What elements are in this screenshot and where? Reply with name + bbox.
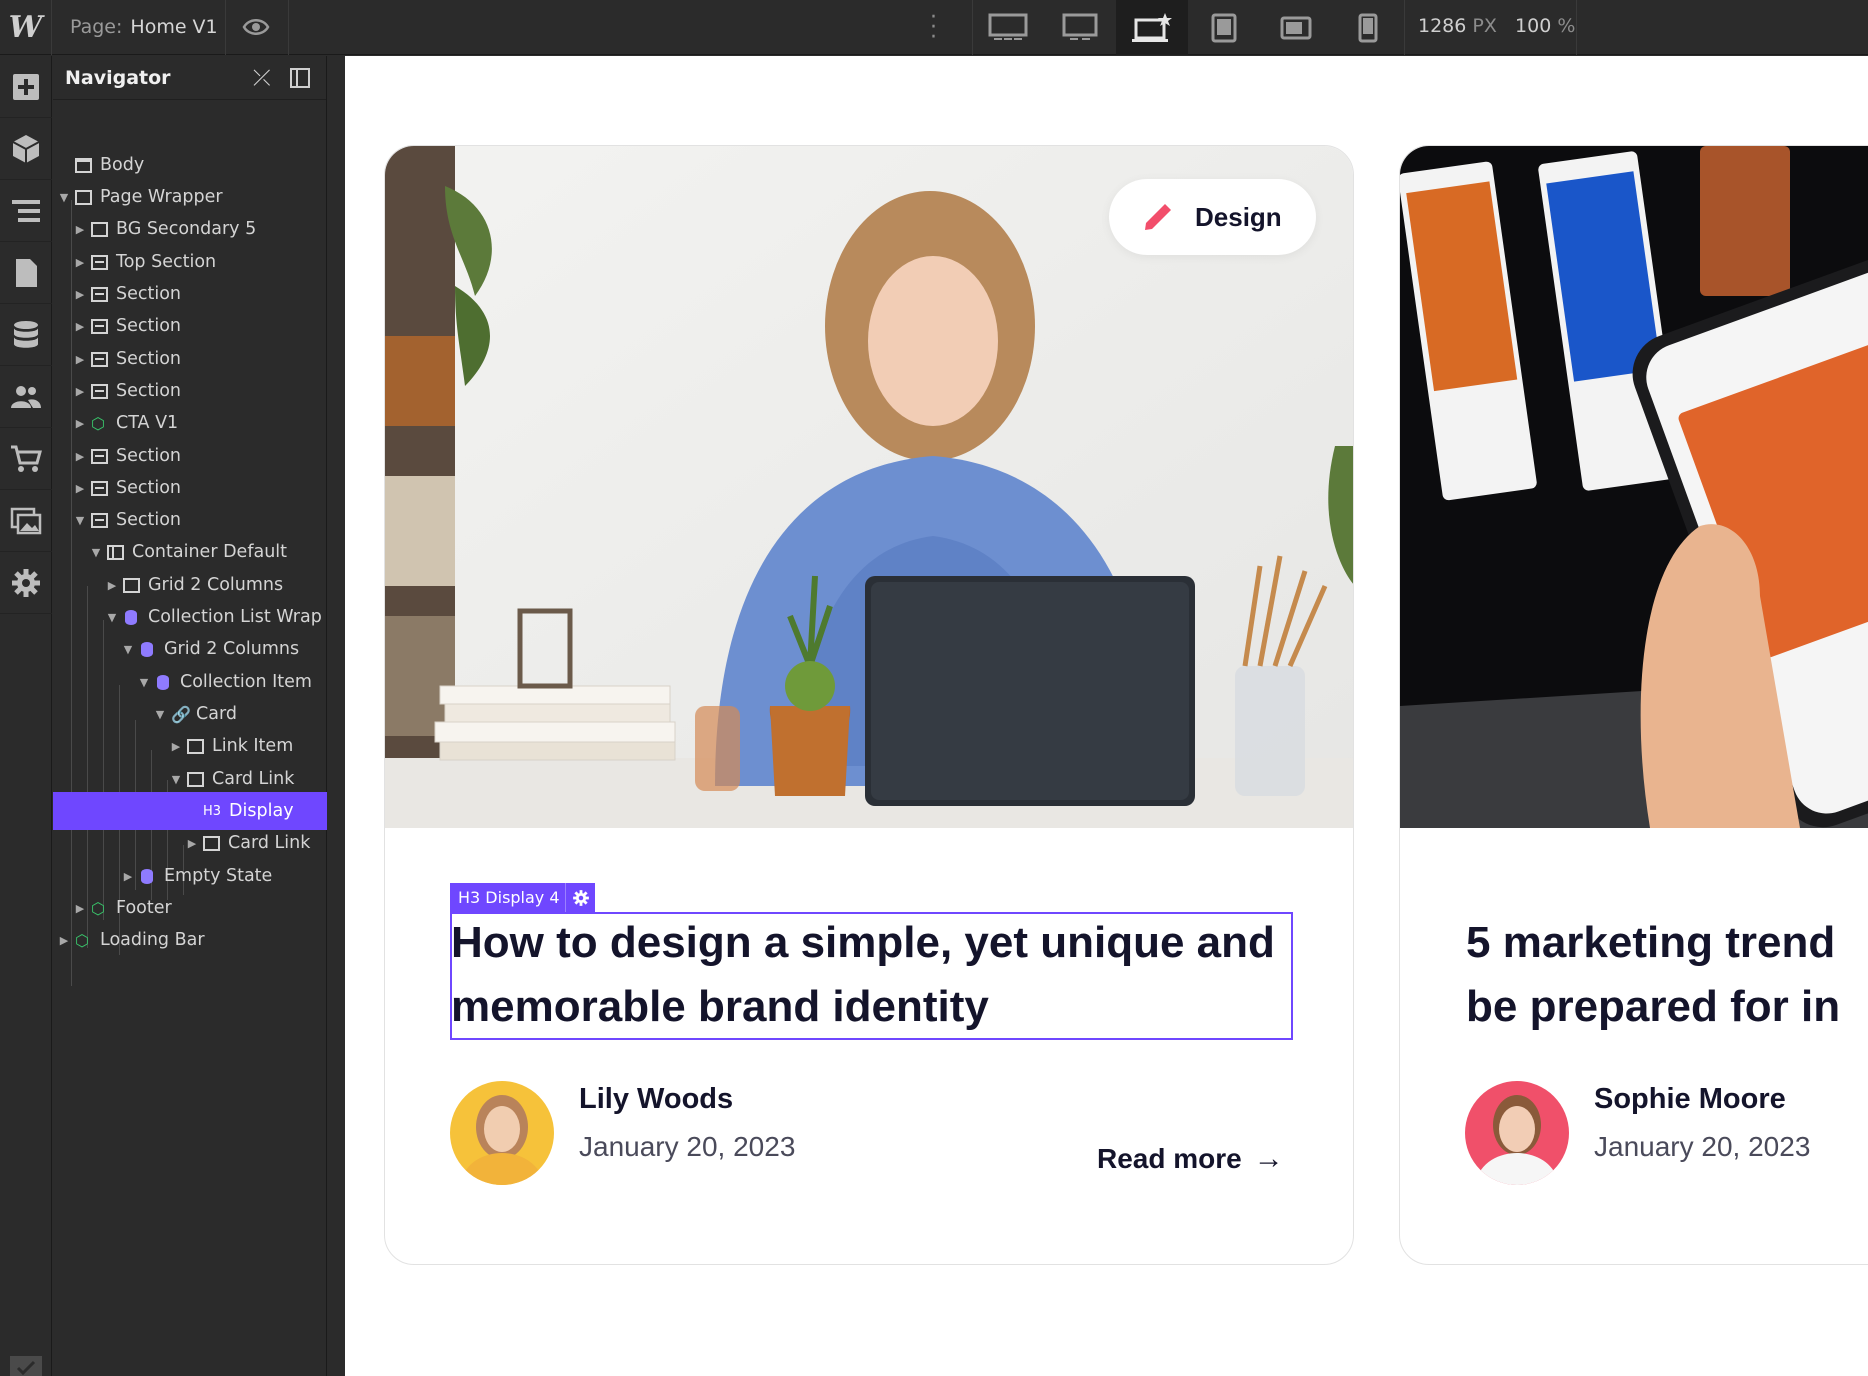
canvas-width-value: 1286 (1418, 15, 1467, 37)
assets-icon[interactable] (0, 490, 52, 552)
more-options-icon[interactable]: · · · (930, 7, 937, 49)
collection-icon (139, 641, 156, 657)
navigator-header: Navigator ⤫ (53, 56, 326, 100)
breakpoint-desktop-xl-icon[interactable] (972, 0, 1044, 55)
add-elements-icon[interactable] (0, 56, 52, 118)
post-date: January 20, 2023 (1594, 1131, 1811, 1162)
navigator-title: Navigator (65, 66, 171, 89)
symbols-cube-icon[interactable] (0, 118, 52, 180)
component-cube-icon: ⬡ (91, 413, 105, 433)
author-avatar (1465, 1081, 1569, 1185)
collapse-all-icon[interactable]: ⤫ (253, 66, 271, 91)
read-more-link[interactable]: Read more → (1097, 1142, 1284, 1176)
audit-check-icon[interactable] (0, 1326, 52, 1376)
breakpoint-desktop-large-icon[interactable] (1044, 0, 1116, 55)
navigator-icon[interactable] (0, 180, 52, 242)
element-settings-gear-icon[interactable] (565, 883, 595, 912)
blog-card[interactable]: Design How to design a simple, yet uniqu… (384, 145, 1354, 1265)
page-selector[interactable]: Home V1 (130, 16, 217, 38)
collection-icon (155, 674, 172, 690)
preview-eye-icon[interactable] (242, 15, 270, 39)
canvas-size-readout[interactable]: 1286 PX 100 % (1418, 15, 1575, 37)
breakpoint-tablet-icon[interactable] (1188, 0, 1260, 55)
breakpoint-mobile-landscape-icon[interactable] (1260, 0, 1332, 55)
selected-element-tag[interactable]: H3 Display 4 (450, 883, 568, 912)
read-more-label: Read more (1097, 1143, 1242, 1174)
dock-panel-icon[interactable] (290, 68, 310, 88)
post-date: January 20, 2023 (579, 1131, 796, 1162)
ecommerce-cart-icon[interactable] (0, 428, 52, 490)
pencil-icon (1145, 204, 1171, 230)
zoom-value: 100 (1515, 15, 1552, 37)
card-image-phone-apps[interactable] (1400, 146, 1868, 828)
cms-database-icon[interactable] (0, 304, 52, 366)
component-cube-icon: ⬡ (75, 930, 89, 950)
canvas-width-unit: PX (1472, 15, 1497, 37)
card-title[interactable]: 5 marketing trend be prepared for in (1466, 911, 1868, 1039)
category-tag[interactable]: Design (1109, 179, 1316, 255)
left-toolbar (0, 56, 52, 1376)
breakpoint-desktop-base-icon[interactable] (1116, 0, 1188, 55)
author-name: Sophie Moore (1594, 1083, 1786, 1115)
collection-icon (139, 868, 156, 884)
users-icon[interactable] (0, 366, 52, 428)
author-avatar (450, 1081, 554, 1185)
link-icon: 🔗 (171, 704, 191, 724)
nav-item-loading-bar[interactable]: ▶ ⬡ Loading Bar (53, 921, 327, 959)
settings-gear-icon[interactable] (0, 552, 52, 614)
arrow-right-icon: → (1253, 1142, 1284, 1175)
designer-canvas[interactable]: Design How to design a simple, yet uniqu… (345, 56, 1868, 1376)
page-label: Page: (70, 16, 123, 38)
breakpoint-mobile-portrait-icon[interactable] (1332, 0, 1404, 55)
blog-card[interactable]: 5 marketing trend be prepared for in Sop… (1399, 145, 1868, 1265)
pages-icon[interactable] (0, 242, 52, 304)
component-cube-icon: ⬡ (91, 898, 105, 918)
webflow-logo[interactable]: W (0, 0, 52, 55)
heading-badge: H3 (203, 803, 222, 819)
collection-icon (123, 609, 140, 625)
selected-element-outline (450, 912, 1293, 1040)
category-label: Design (1195, 201, 1282, 232)
top-bar: W Page: Home V1 · · · 1286 PX 100 % (0, 0, 1868, 55)
author-name: Lily Woods (579, 1083, 734, 1115)
navigator-panel: Navigator ⤫ Body ▼ Page Wrapper ▶ BG Secon… (53, 56, 327, 1376)
zoom-unit: % (1557, 15, 1576, 37)
